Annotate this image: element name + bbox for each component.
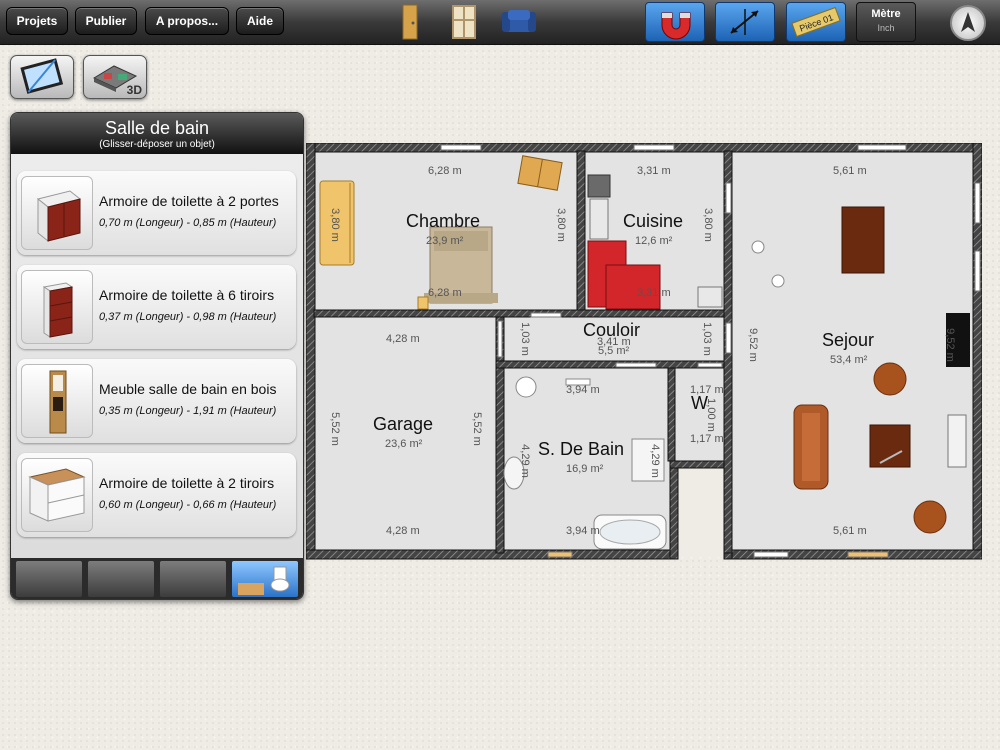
tab-bedroom[interactable] (160, 561, 226, 597)
drawer-cabinet-thumbnail (21, 270, 93, 344)
panel-header: Salle de bain (Glisser-déposer un objet) (11, 113, 303, 154)
item-dimensions: 0,35 m (Longeur) - 1,91 m (Hauteur) (99, 405, 277, 417)
furniture-list[interactable]: Armoire de toilette à 2 portes 0,70 m (L… (11, 154, 303, 558)
dim-sdb-bottom: 3,94 m (566, 525, 600, 537)
magnetism-toggle[interactable] (645, 2, 705, 42)
view-3d-button[interactable]: 3D (83, 55, 147, 99)
view-3d-label: 3D (126, 83, 142, 97)
dim-couloir-left: 1,03 m (518, 322, 531, 356)
vanity-thumbnail (21, 458, 93, 532)
plan-view-button[interactable] (10, 55, 74, 99)
dim-sejour-top: 5,61 m (833, 165, 867, 177)
dim-chambre-right: 3,80 m (554, 208, 567, 242)
list-item[interactable]: Armoire de toilette à 2 portes 0,70 m (L… (17, 171, 296, 255)
dim-couloir-top: 3,41 m (597, 336, 631, 348)
dim-wc-top: 1,17 m (690, 384, 724, 396)
dim-garage-left: 5,52 m (328, 412, 341, 446)
dim-couloir-right: 1,03 m (700, 322, 713, 356)
list-item[interactable]: Armoire de toilette à 2 tiroirs 0,60 m (… (17, 453, 296, 537)
dim-sejour-right: 9,52 m (943, 328, 956, 362)
dim-sejour-left: 9,52 m (746, 328, 759, 362)
dim-sdb-left: 4,29 m (518, 444, 531, 478)
cabinet-thumbnail (21, 176, 93, 250)
armchair-icon[interactable] (498, 2, 540, 42)
tab-kitchen[interactable] (88, 561, 154, 597)
dim-cuisine-bottom: 3,31 m (637, 287, 671, 299)
room-name-sejour: Sejour (822, 330, 875, 350)
dim-sdb-right: 4,29 m (648, 444, 661, 478)
dimension-arrows-icon (730, 9, 759, 35)
room-label-toggle[interactable]: Pièce 01 (786, 2, 846, 42)
window-icon[interactable] (445, 2, 483, 42)
magnet-icon (661, 12, 691, 40)
item-name: Armoire de toilette à 2 tiroirs (99, 475, 275, 491)
item-name: Armoire de toilette à 2 portes (99, 193, 279, 209)
unit-selector[interactable]: Mètre Inch (856, 2, 916, 42)
item-dimensions: 0,37 m (Longeur) - 0,98 m (Hauteur) (99, 311, 277, 323)
unit-inch-label: Inch (877, 23, 895, 33)
dim-cuisine-right: 3,80 m (701, 208, 714, 242)
unit-meter-label: Mètre (871, 8, 901, 20)
compass-icon[interactable] (950, 5, 986, 41)
dim-chambre-bottom: 6,28 m (428, 287, 462, 299)
item-name: Armoire de toilette à 6 tiroirs (99, 287, 275, 303)
dimension-toggle[interactable] (715, 2, 775, 42)
room-name-cuisine: Cuisine (623, 211, 684, 231)
dim-garage-right: 5,52 m (470, 412, 483, 446)
list-item[interactable]: Armoire de toilette à 6 tiroirs 0,37 m (… (17, 265, 296, 349)
dim-cuisine-top: 3,31 m (637, 165, 671, 177)
tab-bathroom[interactable] (232, 561, 298, 597)
dim-sdb-top: 3,94 m (566, 384, 600, 396)
room-area-cuisine: 12,6 m² (635, 235, 673, 247)
panel-subtitle: (Glisser-déposer un objet) (99, 139, 215, 150)
room-name-garage: Garage (373, 414, 434, 434)
furniture-panel: Salle de bain (Glisser-déposer un objet)… (10, 112, 304, 600)
room-name-sdb: S. De Bain (538, 439, 625, 459)
dim-chambre-top: 6,28 m (428, 165, 462, 177)
wood-cabinet-thumbnail (21, 364, 93, 438)
floor-plan-drawing (306, 143, 982, 560)
projects-button[interactable]: Projets (6, 7, 68, 35)
room-area-garage: 23,6 m² (385, 438, 423, 450)
dim-wc-mid: 1,00 m (704, 398, 717, 432)
category-tabs (11, 558, 303, 599)
room-name-chambre: Chambre (406, 211, 481, 231)
list-item[interactable]: Meuble salle de bain en bois 0,35 m (Lon… (17, 359, 296, 443)
item-dimensions: 0,70 m (Longeur) - 0,85 m (Hauteur) (99, 217, 277, 229)
publish-button[interactable]: Publier (75, 7, 137, 35)
door-icon[interactable] (391, 2, 429, 42)
room-area-sdb: 16,9 m² (566, 463, 604, 475)
room-area-chambre: 23,9 m² (426, 235, 464, 247)
dim-sejour-bottom: 5,61 m (833, 525, 867, 537)
about-button[interactable]: A propos... (145, 7, 229, 35)
panel-title: Salle de bain (104, 118, 210, 138)
top-toolbar: Projets Publier A propos... Aide Pièce 0… (0, 0, 1000, 45)
item-name: Meuble salle de bain en bois (99, 381, 277, 397)
dim-garage-bottom: 4,28 m (386, 525, 420, 537)
dim-chambre-left: 3,80 m (328, 208, 341, 242)
item-dimensions: 0,60 m (Longeur) - 0,66 m (Hauteur) (99, 499, 277, 511)
toilet-icon (238, 566, 290, 595)
room-area-sejour: 53,4 m² (830, 354, 868, 366)
tab-living-room[interactable] (16, 561, 82, 597)
floorplan-icon (20, 58, 64, 94)
help-button[interactable]: Aide (236, 7, 284, 35)
dim-garage-top: 4,28 m (386, 333, 420, 345)
dim-wc-bottom: 1,17 m (690, 433, 724, 445)
